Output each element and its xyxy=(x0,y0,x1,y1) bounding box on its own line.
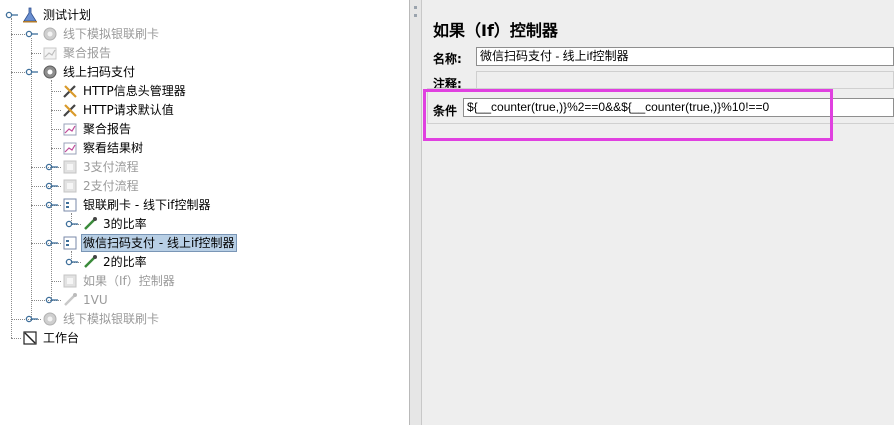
expand-handle-icon[interactable] xyxy=(25,314,39,324)
tree-node-label: 3支付流程 xyxy=(83,160,139,174)
splitter-grip xyxy=(414,6,417,9)
expand-handle-icon[interactable] xyxy=(45,181,59,191)
tree-node-label: 微信扫码支付 - 线上if控制器 xyxy=(81,234,237,252)
wrench-icon xyxy=(63,85,77,98)
tree-node-controller[interactable]: 2支付流程 xyxy=(62,177,141,195)
tree-node-label: HTTP信息头管理器 xyxy=(83,84,186,98)
splitter-grip xyxy=(414,14,417,17)
expand-handle-icon[interactable] xyxy=(45,295,59,305)
test-plan-icon xyxy=(23,7,37,23)
pipette-icon xyxy=(84,217,97,230)
tree-node-if-controller[interactable]: 银联刷卡 - 线下if控制器 xyxy=(62,196,213,214)
controller-icon xyxy=(63,160,77,174)
tree-node-controller[interactable]: 3支付流程 xyxy=(62,158,141,176)
gear-icon xyxy=(43,27,57,41)
condition-field[interactable]: ${__counter(true,)}%2==0&&${__counter(tr… xyxy=(463,98,894,117)
tree-node-http-request-defaults[interactable]: HTTP请求默认值 xyxy=(62,101,176,119)
if-controller-panel: 如果（If）控制器 名称: 微信扫码支付 - 线上if控制器 注释: 条件 ${… xyxy=(423,0,894,425)
collapse-handle-icon[interactable] xyxy=(45,200,59,210)
aggregate-report-icon xyxy=(63,123,77,136)
tree-node-aggregate-report[interactable]: 聚合报告 xyxy=(42,44,113,62)
tree-node-thread-group[interactable]: 线上扫码支付 xyxy=(42,63,137,81)
gear-icon xyxy=(43,65,57,79)
collapse-handle-icon[interactable] xyxy=(5,10,19,20)
collapse-handle-icon[interactable] xyxy=(25,67,39,77)
tree-node-throughput-controller[interactable]: 2的比率 xyxy=(82,253,149,271)
condition-label: 条件 xyxy=(433,104,458,118)
tree-node-thread-group[interactable]: 线下模拟银联刷卡 xyxy=(42,25,161,43)
tree-node-label: 工作台 xyxy=(43,331,80,345)
gear-icon xyxy=(43,312,57,326)
tree-node-label: 2的比率 xyxy=(103,255,147,269)
tree-node-label: 测试计划 xyxy=(43,8,92,22)
tree-node-workbench[interactable]: 工作台 xyxy=(22,329,81,347)
tree-node-view-results-tree[interactable]: 察看结果树 xyxy=(62,139,145,157)
tree-node-test-plan[interactable]: 测试计划 xyxy=(22,6,93,24)
expand-handle-icon[interactable] xyxy=(65,219,79,229)
tree-node-label: 3的比率 xyxy=(103,217,147,231)
tree-node-label: 聚合报告 xyxy=(83,122,132,136)
panel-splitter[interactable] xyxy=(410,0,422,425)
tree-node-label: 银联刷卡 - 线下if控制器 xyxy=(83,198,211,212)
tree-node-label: 线下模拟银联刷卡 xyxy=(63,312,160,326)
tree-node-controller[interactable]: 如果（If）控制器 xyxy=(62,272,177,290)
pipette-icon xyxy=(84,255,97,268)
name-field[interactable]: 微信扫码支付 - 线上if控制器 xyxy=(476,47,894,66)
tree-node-label: 聚合报告 xyxy=(63,46,112,60)
if-controller-icon xyxy=(63,198,77,212)
tree-node-label: 线下模拟银联刷卡 xyxy=(63,27,160,41)
aggregate-report-icon xyxy=(43,47,57,60)
tree-node-label: 如果（If）控制器 xyxy=(83,274,175,288)
tree-node-http-header-manager[interactable]: HTTP信息头管理器 xyxy=(62,82,188,100)
wrench-icon xyxy=(63,104,77,117)
tree-node-label: 线上扫码支付 xyxy=(63,65,136,79)
controller-icon xyxy=(63,179,77,193)
result-tree-icon xyxy=(63,142,77,155)
tree-node-label: 1VU xyxy=(83,293,108,307)
test-plan-tree[interactable]: 测试计划 线下模拟银联刷卡 聚合报告 线上扫码支付 HTTP信息头管理器 HTT… xyxy=(0,0,410,425)
tree-node-label: 察看结果树 xyxy=(83,141,144,155)
workbench-icon xyxy=(23,331,37,345)
expand-handle-icon[interactable] xyxy=(65,257,79,267)
expand-handle-icon[interactable] xyxy=(45,162,59,172)
collapse-handle-icon[interactable] xyxy=(45,238,59,248)
expand-handle-icon[interactable] xyxy=(25,29,39,39)
tree-node-if-controller-selected[interactable]: 微信扫码支付 - 线上if控制器 xyxy=(62,234,237,252)
tree-node-label: HTTP请求默认值 xyxy=(83,103,174,117)
pipette-icon xyxy=(64,293,77,306)
tree-node-thread-group[interactable]: 线下模拟银联刷卡 xyxy=(42,310,161,328)
tree-node-throughput-controller[interactable]: 1VU xyxy=(62,291,110,309)
controller-icon xyxy=(63,274,77,288)
panel-title: 如果（If）控制器 xyxy=(433,21,558,40)
name-label: 名称: xyxy=(433,52,462,66)
if-controller-icon xyxy=(63,236,77,250)
tree-node-throughput-controller[interactable]: 3的比率 xyxy=(82,215,149,233)
tree-node-aggregate-report[interactable]: 聚合报告 xyxy=(62,120,133,138)
tree-node-label: 2支付流程 xyxy=(83,179,139,193)
